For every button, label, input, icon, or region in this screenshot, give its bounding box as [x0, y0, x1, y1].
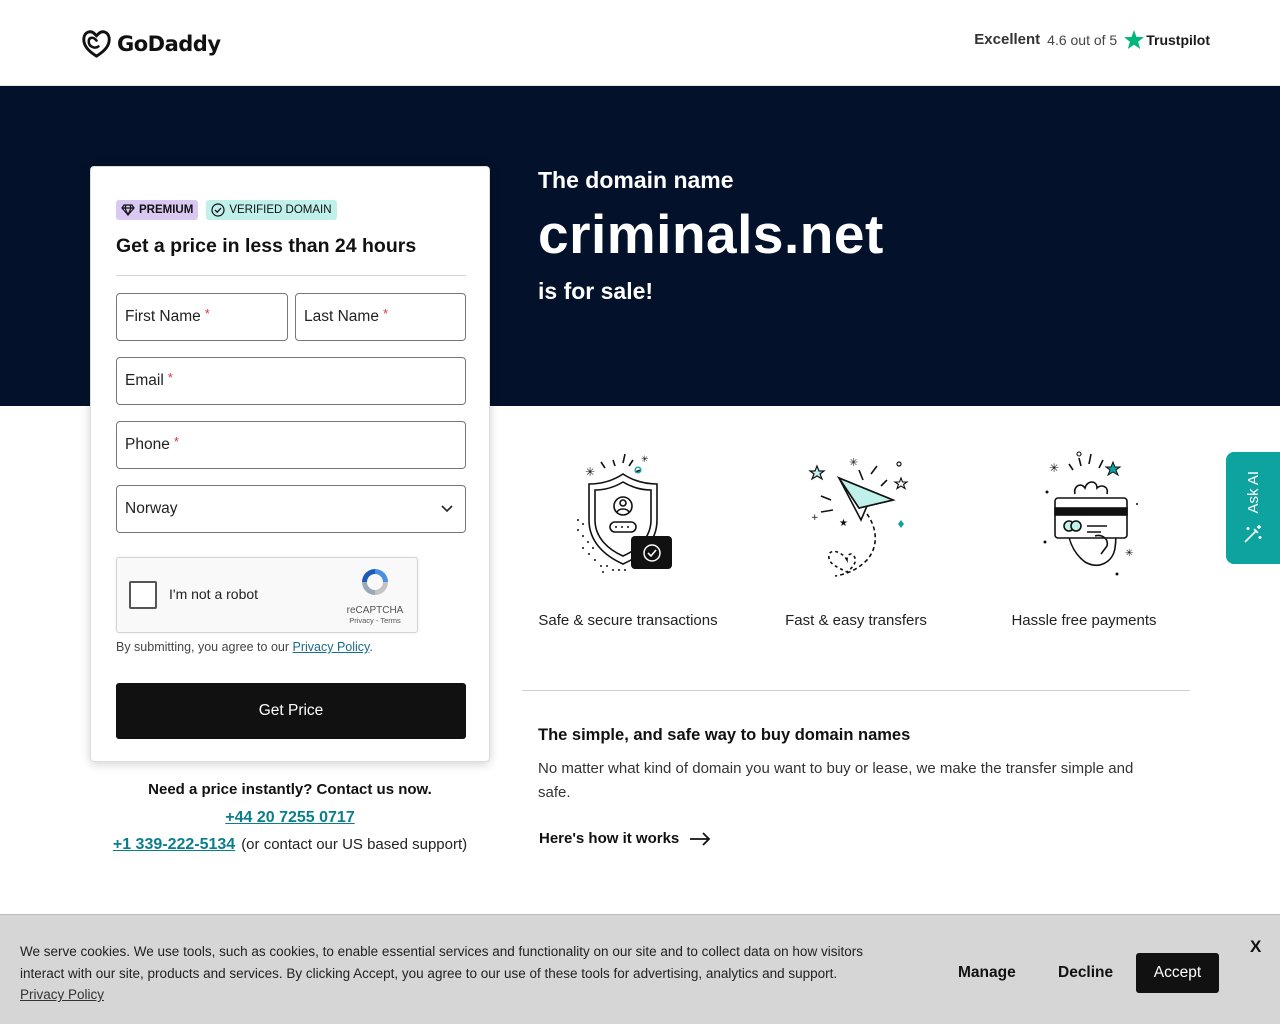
first-name-placeholder: First Name: [125, 308, 201, 325]
feature-secure-transactions: ✳ ✳ Safe & secure transactions: [518, 450, 738, 629]
last-name-field[interactable]: Last Name *: [295, 293, 466, 341]
star-icon: [1124, 30, 1145, 49]
svg-text:✳: ✳: [585, 465, 595, 479]
feature-label: Safe & secure transactions: [538, 612, 718, 629]
svg-text:✳: ✳: [1125, 548, 1133, 559]
recaptcha-icon: [362, 569, 388, 595]
phone-placeholder: Phone: [125, 436, 170, 453]
cookie-close-button[interactable]: X: [1250, 937, 1261, 957]
godaddy-logo[interactable]: GoDaddy: [81, 28, 221, 59]
us-support-note: (or contact our US based support): [241, 836, 468, 853]
svg-text:✳: ✳: [849, 456, 858, 469]
feature-fast-transfers: ✳ ★ + Fast & easy transfers: [746, 450, 966, 629]
check-circle-icon: [211, 203, 225, 217]
feature-label: Hassle free payments: [1011, 612, 1157, 629]
phone-field[interactable]: Phone *: [116, 421, 466, 469]
section-title: The simple, and safe way to buy domain n…: [538, 726, 911, 744]
svg-text:★: ★: [839, 518, 848, 529]
cookie-manage-button[interactable]: Manage: [958, 964, 1016, 982]
price-request-form: PREMIUM VERIFIED DOMAIN Get a price in l…: [90, 166, 490, 762]
shield-icon: ✳ ✳: [577, 453, 672, 573]
contact-heading: Need a price instantly? Contact us now.: [148, 781, 432, 798]
first-name-field[interactable]: First Name *: [116, 293, 288, 341]
recaptcha-brand: reCAPTCHA: [346, 605, 404, 616]
hero-subtitle: is for sale!: [538, 278, 654, 304]
trustpilot-rating[interactable]: Excellent 4.6 out of 5 Trustpilot: [974, 30, 1210, 49]
cookie-privacy-link[interactable]: Privacy Policy: [20, 987, 104, 1002]
feature-label: Fast & easy transfers: [785, 612, 927, 629]
section-divider: [522, 690, 1190, 691]
card-hand-icon: ✳ ✳: [1043, 451, 1138, 576]
trustpilot-text: Trustpilot: [1146, 31, 1210, 48]
logo-text: GoDaddy: [117, 31, 221, 56]
magic-wand-icon: [1244, 525, 1262, 543]
cookie-accept-button[interactable]: Accept: [1136, 953, 1219, 993]
svg-text:✳: ✳: [1049, 461, 1059, 475]
required-marker: *: [167, 369, 173, 385]
recaptcha-logo: reCAPTCHA Privacy - Terms: [345, 566, 405, 625]
contact-uk-phone: +44 20 7255 0717: [90, 809, 490, 827]
badge-row: PREMIUM VERIFIED DOMAIN: [116, 200, 337, 220]
required-marker: *: [204, 305, 210, 321]
country-select[interactable]: Norway: [116, 485, 466, 533]
verified-domain-badge: VERIFIED DOMAIN: [206, 200, 337, 220]
trust-label: Excellent: [974, 31, 1041, 48]
uk-phone-link[interactable]: +44 20 7255 0717: [225, 809, 354, 826]
recaptcha-label: I'm not a robot: [169, 586, 259, 602]
diamond-icon: [121, 204, 135, 216]
consent-prefix: By submitting, you agree to our: [116, 640, 290, 654]
site-header: GoDaddy Excellent 4.6 out of 5 Trustpilo…: [0, 0, 1280, 86]
how-it-works-label: Here's how it works: [539, 830, 680, 847]
get-price-button[interactable]: Get Price: [116, 683, 466, 739]
form-title: Get a price in less than 24 hours: [116, 235, 417, 257]
svg-text:✳: ✳: [641, 455, 649, 465]
trustpilot-brand: Trustpilot: [1124, 30, 1210, 49]
hero-domain-name: criminals.net: [538, 203, 884, 265]
consent-text: By submitting, you agree to our Privacy …: [116, 640, 373, 654]
how-it-works-link[interactable]: Here's how it works: [539, 830, 711, 847]
us-phone-link[interactable]: +1 339-222-5134: [113, 836, 235, 853]
privacy-policy-link[interactable]: Privacy Policy: [293, 640, 370, 654]
svg-text:+: +: [811, 513, 819, 523]
arrow-right-icon: [690, 831, 711, 846]
ask-ai-tab[interactable]: Ask AI: [1226, 452, 1280, 564]
ask-ai-label: Ask AI: [1244, 470, 1262, 514]
section-body: No matter what kind of domain you want t…: [538, 760, 1134, 801]
divider: [116, 275, 466, 276]
recaptcha-checkbox[interactable]: [129, 581, 157, 609]
cookie-banner: We serve cookies. We use tools, such as …: [0, 914, 1280, 1024]
paper-plane-icon: ✳ ★ +: [808, 456, 909, 577]
required-marker: *: [382, 305, 389, 321]
cookie-decline-button[interactable]: Decline: [1058, 964, 1113, 982]
country-value: Norway: [125, 500, 178, 517]
consent-suffix: .: [369, 640, 373, 654]
verified-badge-label: VERIFIED DOMAIN: [229, 204, 332, 216]
required-marker: *: [173, 433, 179, 449]
chevron-down-icon: [441, 505, 453, 513]
cookie-message: We serve cookies. We use tools, such as …: [20, 944, 863, 981]
recaptcha-widget: I'm not a robot reCAPTCHA Privacy - Term…: [116, 557, 418, 633]
email-placeholder: Email: [125, 372, 164, 389]
premium-badge: PREMIUM: [116, 200, 199, 220]
contact-us-phone: +1 339-222-5134 (or contact our US based …: [90, 836, 490, 854]
trust-rating: 4.6 out of 5: [1047, 31, 1118, 48]
feature-hassle-free-payments: ✳ ✳ Hassle free payments: [974, 450, 1194, 629]
recaptcha-links[interactable]: Privacy - Terms: [345, 616, 405, 625]
cookie-text: We serve cookies. We use tools, such as …: [20, 941, 900, 1006]
godaddy-logo-icon: [82, 30, 111, 58]
email-field[interactable]: Email *: [116, 357, 466, 405]
hero-pretitle: The domain name: [538, 167, 734, 193]
premium-badge-label: PREMIUM: [139, 204, 194, 216]
last-name-placeholder: Last Name: [304, 308, 379, 325]
